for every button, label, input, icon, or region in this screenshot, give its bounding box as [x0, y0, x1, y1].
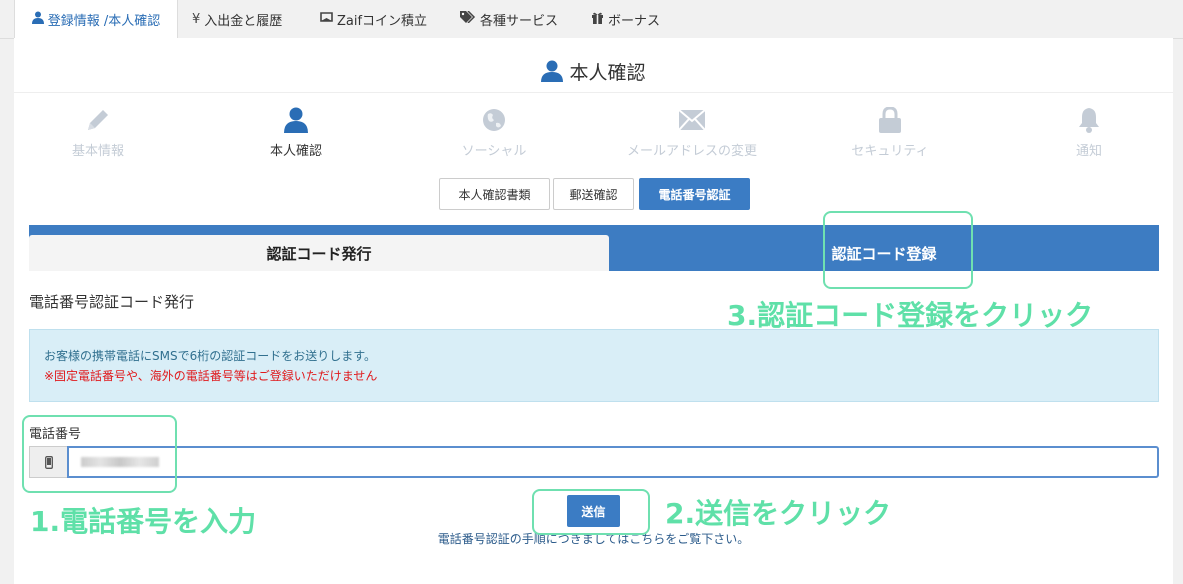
tab-registration-info[interactable]: 登録情報 /本人確認 [14, 0, 178, 39]
coin-icon [320, 11, 333, 27]
annotation-box-send-button [532, 489, 650, 535]
step-basic-info[interactable]: 基本情報 [8, 106, 188, 159]
alert-warning-text: ※固定電話番号や、海外の電話番号等はご登録いただけません [44, 369, 378, 383]
user-icon [206, 106, 386, 134]
step-label: 本人確認 [269, 144, 322, 159]
step-label: ソーシャル [461, 144, 527, 159]
pencil-icon [8, 106, 188, 134]
section-title: 電話番号認証コード発行 [29, 293, 195, 311]
step-label: メールアドレスの変更 [626, 144, 757, 159]
annotation-step2: 2.送信をクリック [665, 497, 892, 530]
top-nav: 登録情報 /本人確認 ¥ 入出金と履歴 Zaifコイン積立 各種サービス ボーナ… [0, 0, 1183, 39]
step-security[interactable]: セキュリティ [800, 106, 980, 159]
divider [14, 92, 1173, 93]
annotation-step3: 3.認証コード登録をクリック [727, 299, 1094, 332]
tab-label: 入出金と履歴 [204, 13, 283, 29]
annotation-box-phone-field [22, 415, 177, 493]
gift-icon [591, 11, 604, 28]
annotation-box-register-tab [823, 211, 973, 289]
step-notification[interactable]: 通知 [999, 106, 1179, 159]
step-label: 基本情報 [71, 144, 124, 159]
identity-documents-button[interactable]: 本人確認書類 [439, 178, 550, 210]
tags-icon [460, 10, 476, 27]
tab-services[interactable]: 各種サービス [460, 0, 558, 38]
tab-zaif-coin[interactable]: Zaifコイン積立 [320, 0, 427, 38]
tab-label: 登録情報 /本人確認 [47, 14, 161, 29]
page-title: 本人確認 [14, 58, 1173, 87]
step-social[interactable]: ソーシャル [404, 106, 584, 159]
yen-icon: ¥ [192, 11, 201, 27]
tab-issue-code[interactable]: 認証コード発行 [29, 235, 609, 271]
step-label: 通知 [1075, 144, 1102, 159]
annotation-step1: 1.電話番号を入力 [30, 505, 257, 538]
page-title-text: 本人確認 [569, 62, 646, 84]
info-alert: お客様の携帯電話にSMSで6桁の認証コードをお送りします。 ※固定電話番号や、海… [29, 329, 1159, 402]
phone-number-input[interactable] [67, 446, 1159, 478]
tab-label: Zaifコイン積立 [337, 13, 428, 29]
envelope-icon [602, 106, 782, 134]
tab-deposit-history[interactable]: ¥ 入出金と履歴 [192, 0, 282, 38]
step-email-change[interactable]: メールアドレスの変更 [602, 106, 782, 159]
bell-icon [999, 106, 1179, 134]
tab-bonus[interactable]: ボーナス [591, 0, 660, 38]
user-icon [31, 11, 44, 28]
step-label: セキュリティ [851, 144, 929, 159]
globe-icon [404, 106, 584, 134]
alert-info-text: お客様の携帯電話にSMSで6桁の認証コードをお送りします。 [44, 349, 377, 363]
phone-verification-button[interactable]: 電話番号認証 [639, 178, 750, 210]
step-identity[interactable]: 本人確認 [206, 106, 386, 159]
lock-icon [800, 106, 980, 134]
postal-confirmation-button[interactable]: 郵送確認 [553, 178, 634, 210]
user-icon [541, 60, 564, 87]
tab-label: ボーナス [608, 13, 661, 29]
tab-label: 各種サービス [480, 13, 559, 29]
